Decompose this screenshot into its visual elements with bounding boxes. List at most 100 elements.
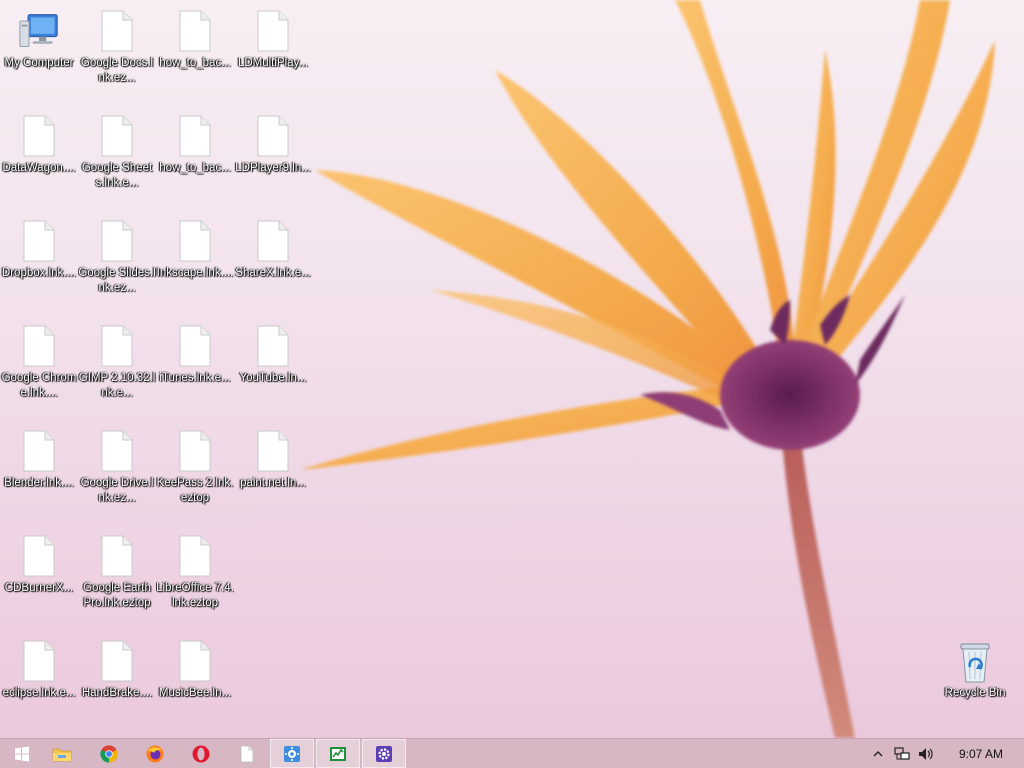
speaker-icon[interactable]: [914, 739, 938, 768]
windows-logo-icon: [14, 746, 30, 762]
recycle-bin-icon: [955, 640, 995, 684]
desktop-shortcut[interactable]: iTunes.lnk.e...: [156, 315, 234, 413]
desktop-shortcut-label: how_to_bac...: [159, 57, 231, 69]
file-icon: [19, 220, 59, 264]
desktop-shortcut[interactable]: Google Drive.lnk.ez...: [78, 420, 156, 518]
control-panel-icon: [283, 745, 301, 763]
desktop-shortcut[interactable]: LDMultiPlay...: [234, 0, 312, 98]
taskbar-clock[interactable]: 9:07 AM: [938, 747, 1024, 761]
desktop-shortcut[interactable]: Google Slides.lnk.ez...: [78, 210, 156, 308]
task-manager-icon: [329, 745, 347, 763]
file-icon: [253, 325, 293, 369]
desktop-shortcut[interactable]: My Computer: [0, 0, 78, 98]
file-icon: [175, 115, 215, 159]
desktop-shortcut-label: Dropbox.lnk....: [1, 267, 77, 279]
recycle-bin-shortcut[interactable]: Recycle Bin: [936, 630, 1014, 728]
desktop-shortcut-label: HandBrake....: [81, 687, 153, 699]
desktop-shortcut[interactable]: Google Chrome.lnk....: [0, 315, 78, 413]
file-icon: [19, 325, 59, 369]
desktop-shortcut-label: MusicBee.ln...: [158, 687, 232, 699]
desktop-shortcut[interactable]: KeePass 2.lnk.eztop: [156, 420, 234, 518]
desktop-shortcut-label: CDBurnerX...: [4, 582, 74, 594]
desktop-shortcut[interactable]: MusicBee.ln...: [156, 630, 234, 728]
file-icon: [97, 10, 137, 54]
file-icon: [19, 115, 59, 159]
file-icon: [175, 430, 215, 474]
desktop-shortcut[interactable]: CDBurnerX...: [0, 525, 78, 623]
opera-icon: [192, 745, 210, 763]
desktop-shortcut[interactable]: Google Docs.lnk.ez...: [78, 0, 156, 98]
file-icon: [175, 535, 215, 579]
file-icon: [175, 640, 215, 684]
firefox-button[interactable]: [133, 739, 177, 768]
file-icon: [97, 535, 137, 579]
desktop-shortcut[interactable]: Google Sheets.lnk.e...: [78, 105, 156, 203]
settings-app-button[interactable]: [362, 739, 406, 768]
desktop-shortcut-label: Google Chrome.lnk....: [1, 372, 77, 399]
file-icon: [253, 430, 293, 474]
file-icon: [19, 640, 59, 684]
file-icon: [175, 220, 215, 264]
file-icon: [19, 430, 59, 474]
file-icon: [97, 115, 137, 159]
desktop-shortcut[interactable]: LibreOffice 7.4.lnk.eztop: [156, 525, 234, 623]
opera-button[interactable]: [179, 739, 223, 768]
desktop-shortcut-label: DataWagon....: [2, 162, 76, 174]
desktop-shortcut-label: Google Earth Pro.lnk.eztop: [83, 582, 151, 609]
file-icon: [253, 220, 293, 264]
file-icon: [175, 10, 215, 54]
recycle-bin-label: Recycle Bin: [944, 687, 1006, 699]
desktop-shortcut-label: ShareX.lnk.e...: [235, 267, 311, 279]
file-icon: [97, 640, 137, 684]
desktop[interactable]: My Computer DataWagon.... Dropbox.lnk.... G…: [0, 0, 1024, 738]
desktop-shortcut[interactable]: Inkscape.lnk....: [156, 210, 234, 308]
control-panel-button[interactable]: [270, 739, 314, 768]
desktop-shortcut-label: Google Sheets.lnk.e...: [81, 162, 153, 189]
desktop-shortcut[interactable]: HandBrake....: [78, 630, 156, 728]
system-tray: 9:07 AM: [866, 739, 1024, 768]
chrome-icon: [100, 744, 118, 763]
file-icon: [97, 430, 137, 474]
desktop-shortcut[interactable]: YouTube.ln...: [234, 315, 312, 413]
desktop-shortcut-label: paint.net.ln...: [240, 477, 306, 489]
folder-icon: [52, 746, 72, 762]
desktop-shortcut-label: My Computer: [4, 57, 74, 69]
desktop-shortcut[interactable]: LDPlayer9.ln...: [234, 105, 312, 203]
desktop-shortcut[interactable]: DataWagon....: [0, 105, 78, 203]
file-icon: [253, 115, 293, 159]
desktop-shortcut-label: LibreOffice 7.4.lnk.eztop: [156, 582, 234, 609]
computer-icon: [19, 10, 59, 54]
desktop-shortcut-label: LDMultiPlay...: [237, 57, 309, 69]
desktop-shortcut[interactable]: GIMP 2.10.32.lnk.e...: [78, 315, 156, 413]
desktop-shortcut[interactable]: Google Earth Pro.lnk.eztop: [78, 525, 156, 623]
desktop-shortcut[interactable]: how_to_bac...: [156, 0, 234, 98]
file-icon: [97, 325, 137, 369]
file-icon: [175, 325, 215, 369]
desktop-shortcut[interactable]: ShareX.lnk.e...: [234, 210, 312, 308]
taskbar: 9:07 AM: [0, 738, 1024, 768]
chevron-up-icon[interactable]: [866, 739, 890, 768]
desktop-shortcut-label: LDPlayer9.ln...: [235, 162, 311, 174]
desktop-shortcut-label: how_to_bac...: [159, 162, 231, 174]
desktop-shortcut[interactable]: paint.net.ln...: [234, 420, 312, 518]
start-button[interactable]: [0, 739, 44, 768]
desktop-shortcut[interactable]: eclipse.lnk.e...: [0, 630, 78, 728]
blank-document-button[interactable]: [225, 739, 269, 768]
file-icon: [97, 220, 137, 264]
file-explorer-button[interactable]: [40, 739, 84, 768]
desktop-shortcut-label: Blender.lnk....: [4, 477, 74, 489]
desktop-shortcut-label: Google Docs.lnk.ez...: [80, 57, 154, 84]
desktop-shortcut-label: Google Drive.lnk.ez...: [80, 477, 154, 504]
desktop-shortcut-label: GIMP 2.10.32.lnk.e...: [78, 372, 156, 399]
desktop-shortcut-label: Google Slides.lnk.ez...: [78, 267, 156, 294]
firefox-icon: [146, 745, 164, 763]
desktop-shortcut-label: YouTube.ln...: [239, 372, 307, 384]
task-manager-button[interactable]: [316, 739, 360, 768]
desktop-shortcut[interactable]: Blender.lnk....: [0, 420, 78, 518]
file-icon: [19, 535, 59, 579]
desktop-shortcut[interactable]: how_to_bac...: [156, 105, 234, 203]
desktop-shortcut-label: eclipse.lnk.e...: [2, 687, 76, 699]
desktop-shortcut[interactable]: Dropbox.lnk....: [0, 210, 78, 308]
network-icon[interactable]: [890, 739, 914, 768]
chrome-button[interactable]: [87, 739, 131, 768]
